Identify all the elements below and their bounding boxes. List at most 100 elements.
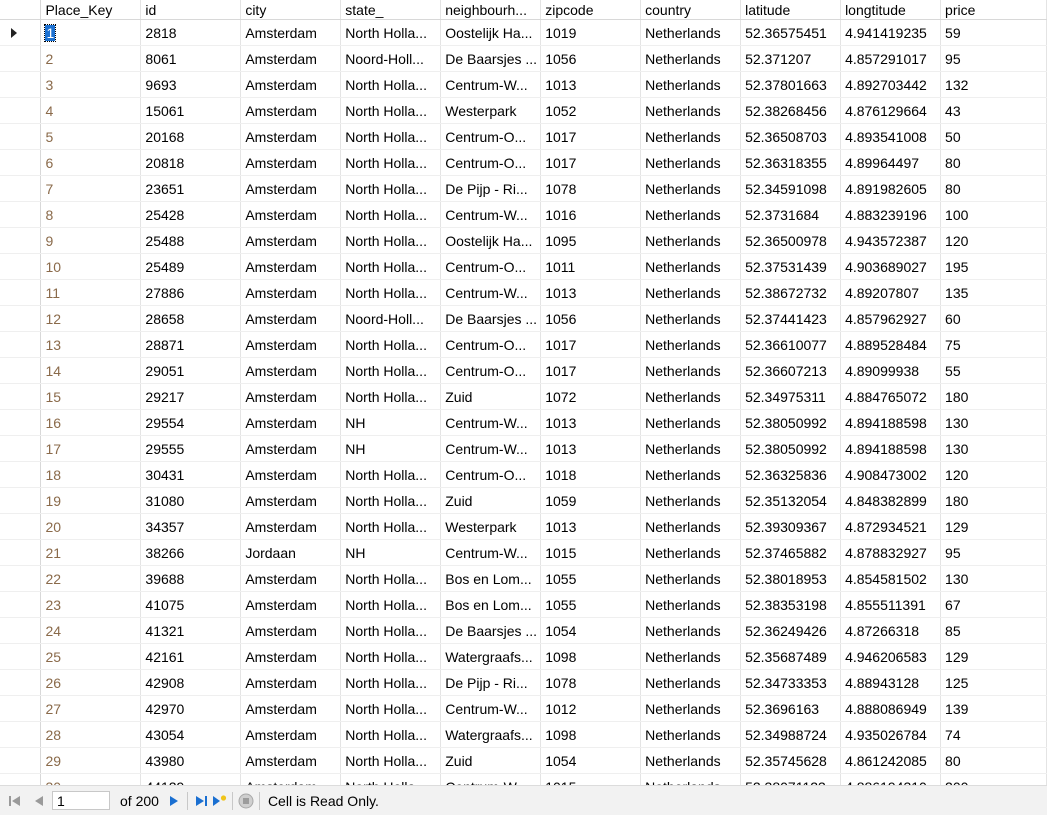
table-cell[interactable]: 132 — [940, 71, 1047, 98]
record-position-input[interactable]: 1 — [52, 791, 110, 810]
row-selector[interactable] — [0, 435, 42, 462]
table-cell[interactable]: Centrum-O... — [440, 123, 542, 150]
table-cell[interactable]: Zuid — [440, 747, 542, 774]
table-cell[interactable]: Amsterdam — [240, 487, 342, 514]
table-cell[interactable]: 52.36508703 — [740, 123, 842, 150]
row-selector[interactable] — [0, 617, 42, 644]
table-cell[interactable]: 95 — [940, 539, 1047, 566]
row-selector[interactable] — [0, 149, 42, 176]
table-cell[interactable]: Netherlands — [640, 123, 742, 150]
row-selector[interactable] — [0, 669, 42, 696]
row-selector[interactable] — [0, 201, 42, 228]
row-selector[interactable] — [0, 487, 42, 514]
table-cell[interactable]: 55 — [940, 357, 1047, 384]
row-selector[interactable] — [0, 45, 42, 72]
table-cell[interactable]: Watergraafs... — [440, 643, 542, 670]
table-cell[interactable]: 95 — [940, 45, 1047, 72]
table-row[interactable]: 6 20818 Amsterdam North Holla... Centrum-O..… — [0, 149, 1047, 176]
table-cell[interactable]: Amsterdam — [240, 201, 342, 228]
table-cell[interactable]: Amsterdam — [240, 279, 342, 306]
table-cell[interactable]: 28871 — [140, 331, 242, 358]
row-selector[interactable] — [0, 565, 42, 592]
table-cell[interactable]: De Pijp - Ri... — [440, 669, 542, 696]
table-row[interactable]: 26 42908 Amsterdam North Holla... De Pijp - … — [0, 669, 1047, 696]
table-cell[interactable]: 1052 — [540, 97, 642, 124]
table-row[interactable]: 23 41075 Amsterdam North Holla... Bos en Lom… — [0, 591, 1047, 618]
table-row[interactable]: 18 30431 Amsterdam North Holla... Centrum-O.… — [0, 461, 1047, 488]
row-selector[interactable] — [0, 513, 42, 540]
table-cell[interactable]: 4.855511391 — [840, 591, 942, 618]
table-cell[interactable]: 4.88943128 — [840, 669, 942, 696]
table-cell[interactable]: North Holla... — [340, 253, 442, 280]
table-cell[interactable]: 4.878832927 — [840, 539, 942, 566]
table-cell[interactable]: 1056 — [540, 45, 642, 72]
table-cell[interactable]: Netherlands — [640, 45, 742, 72]
table-cell[interactable]: 6 — [40, 149, 142, 176]
table-cell[interactable]: 29051 — [140, 357, 242, 384]
table-cell[interactable]: Jordaan — [240, 539, 342, 566]
table-cell[interactable]: Zuid — [440, 383, 542, 410]
row-selector[interactable] — [0, 695, 42, 722]
table-cell[interactable]: 1017 — [540, 357, 642, 384]
table-row[interactable]: 9 25488 Amsterdam North Holla... Oostelijk H… — [0, 227, 1047, 254]
table-cell[interactable]: 180 — [940, 383, 1047, 410]
table-cell[interactable]: 4.876129664 — [840, 97, 942, 124]
table-cell[interactable]: 52.34975311 — [740, 383, 842, 410]
table-cell[interactable]: 60 — [940, 305, 1047, 332]
table-cell[interactable]: 1059 — [540, 487, 642, 514]
table-row[interactable]: 29 43980 Amsterdam North Holla... Zuid 1054 Ne… — [0, 747, 1047, 774]
table-cell[interactable]: NH — [340, 539, 442, 566]
table-cell[interactable]: 1011 — [540, 253, 642, 280]
table-cell[interactable]: 42970 — [140, 695, 242, 722]
table-cell[interactable]: Amsterdam — [240, 565, 342, 592]
table-cell[interactable]: North Holla... — [340, 149, 442, 176]
table-row[interactable]: 28 43054 Amsterdam North Holla... Watergraaf… — [0, 721, 1047, 748]
table-cell[interactable]: North Holla... — [340, 643, 442, 670]
table-cell[interactable]: 1018 — [540, 461, 642, 488]
table-cell[interactable]: 1017 — [540, 331, 642, 358]
table-cell[interactable]: 23 — [40, 591, 142, 618]
table-cell[interactable]: Netherlands — [640, 71, 742, 98]
table-cell[interactable]: 7 — [40, 175, 142, 202]
table-cell[interactable]: 28658 — [140, 305, 242, 332]
table-cell[interactable]: 44129 — [140, 773, 242, 785]
table-cell[interactable]: Bos en Lom... — [440, 591, 542, 618]
table-cell[interactable]: 52.3696163 — [740, 695, 842, 722]
table-cell[interactable]: NH — [340, 409, 442, 436]
table-cell[interactable]: Amsterdam — [240, 721, 342, 748]
table-cell[interactable]: Netherlands — [640, 175, 742, 202]
table-row[interactable]: 1 2818 Amsterdam North Holla... Oostelijk Ha… — [0, 19, 1047, 46]
table-row[interactable]: 2 8061 Amsterdam Noord-Holl... De Baarsjes .… — [0, 45, 1047, 72]
table-cell[interactable]: 1 — [40, 19, 142, 46]
table-cell[interactable]: 139 — [940, 695, 1047, 722]
table-cell[interactable]: Netherlands — [640, 747, 742, 774]
table-cell[interactable]: 30 — [40, 773, 142, 785]
table-cell[interactable]: North Holla... — [340, 695, 442, 722]
table-cell[interactable]: 10 — [40, 253, 142, 280]
table-cell[interactable]: Netherlands — [640, 149, 742, 176]
table-cell[interactable]: Centrum-W... — [440, 695, 542, 722]
table-cell[interactable]: Amsterdam — [240, 591, 342, 618]
table-row[interactable]: 21 38266 Jordaan NH Centrum-W... 1015 Netherla… — [0, 539, 1047, 566]
table-cell[interactable]: 4.89099938 — [840, 357, 942, 384]
column-header[interactable]: country — [640, 0, 742, 20]
table-cell[interactable]: 1016 — [540, 201, 642, 228]
table-cell[interactable]: 59 — [940, 19, 1047, 46]
table-cell[interactable]: Amsterdam — [240, 331, 342, 358]
table-cell[interactable]: 52.34988724 — [740, 721, 842, 748]
table-row[interactable]: 19 31080 Amsterdam North Holla... Zuid 1059 Ne… — [0, 487, 1047, 514]
table-row[interactable]: 4 15061 Amsterdam North Holla... Westerpark 1… — [0, 97, 1047, 124]
table-cell[interactable]: Amsterdam — [240, 45, 342, 72]
table-cell[interactable]: 4.857962927 — [840, 305, 942, 332]
table-cell[interactable]: 25428 — [140, 201, 242, 228]
table-cell[interactable]: 67 — [940, 591, 1047, 618]
row-selector[interactable] — [0, 253, 42, 280]
table-cell[interactable]: 52.36575451 — [740, 19, 842, 46]
table-row[interactable]: 22 39688 Amsterdam North Holla... Bos en Lom… — [0, 565, 1047, 592]
table-row[interactable]: 7 23651 Amsterdam North Holla... De Pijp - R… — [0, 175, 1047, 202]
table-cell[interactable]: 50 — [940, 123, 1047, 150]
table-cell[interactable]: Netherlands — [640, 331, 742, 358]
table-cell[interactable]: 2 — [40, 45, 142, 72]
table-cell[interactable]: 52.36249426 — [740, 617, 842, 644]
table-cell[interactable]: Netherlands — [640, 357, 742, 384]
